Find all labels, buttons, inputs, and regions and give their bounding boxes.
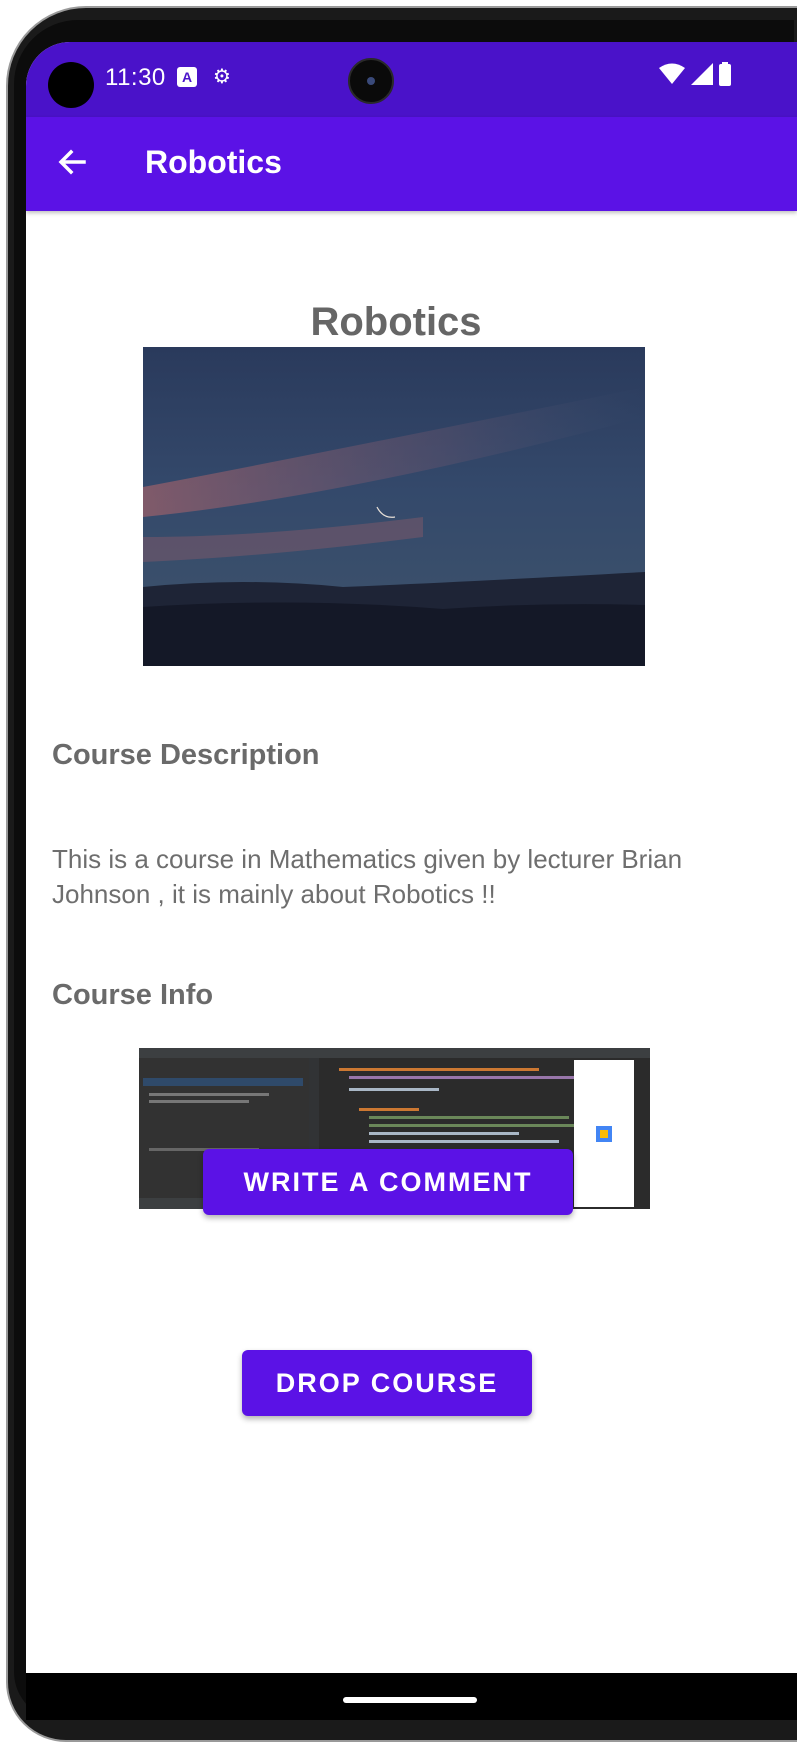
status-bar: 11:30 A ⚙ [26, 42, 797, 117]
home-indicator[interactable] [343, 1697, 477, 1703]
arrow-left-icon[interactable] [56, 142, 96, 182]
signal-icon [691, 63, 713, 85]
wifi-icon [659, 63, 685, 84]
phone-screen: 11:30 A ⚙ Robotics Robotics Course Descr… [26, 42, 797, 1683]
app-bar-title: Robotics [145, 144, 282, 180]
status-time: 11:30 [105, 64, 166, 91]
front-camera [348, 58, 394, 104]
notification-a-icon: A [177, 67, 197, 87]
info-heading: Course Info [52, 979, 214, 1011]
notification-gear-icon: ⚙ [213, 66, 231, 88]
description-text: This is a course in Mathematics given by… [52, 844, 683, 909]
write-comment-button[interactable]: WRITE A COMMENT [203, 1149, 573, 1215]
battery-icon [719, 62, 731, 86]
drop-course-button[interactable]: DROP COURSE [242, 1350, 532, 1416]
status-camera-dot [48, 62, 94, 108]
description-heading: Course Description [52, 739, 320, 771]
course-title: Robotics [310, 300, 482, 344]
status-icons [659, 62, 731, 86]
navigation-bar [26, 1673, 797, 1683]
app-bar: Robotics [26, 117, 797, 211]
course-image [143, 347, 645, 666]
